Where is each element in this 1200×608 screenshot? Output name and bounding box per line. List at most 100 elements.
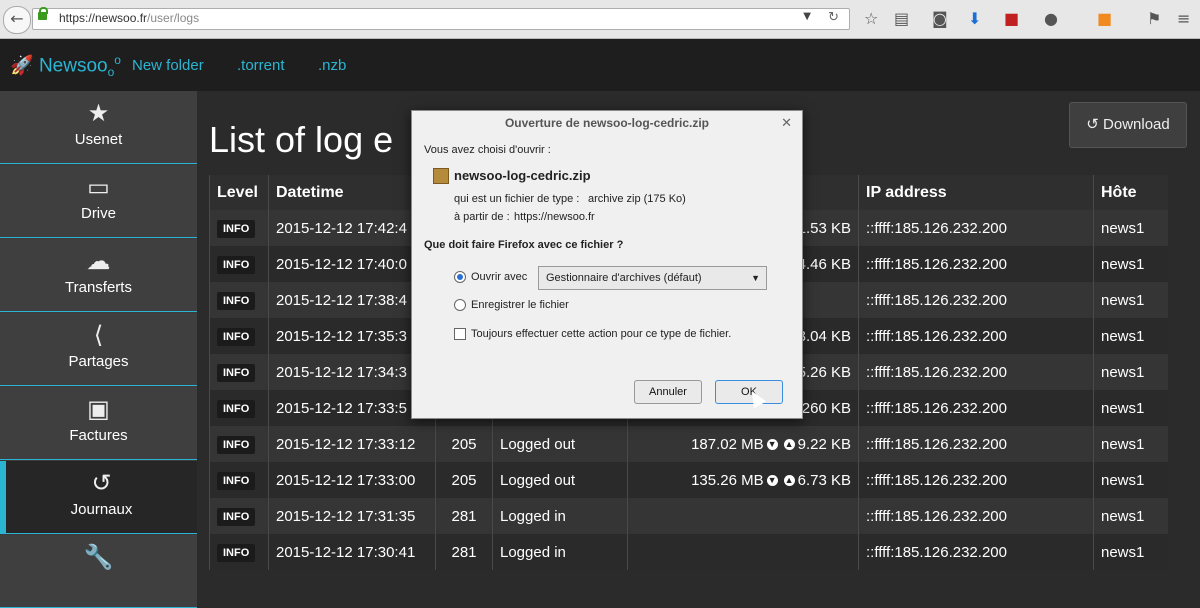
- cloud-download-icon: ☁: [86, 247, 111, 275]
- datetime-cell: 2015-12-12 17:33:00: [268, 462, 436, 498]
- open-file-dialog: Ouverture de newsoo-log-cedric.zip ✕ Vou…: [411, 110, 803, 419]
- back-button[interactable]: ←: [3, 6, 31, 34]
- ip-cell: ::ffff:185.126.232.200: [858, 246, 1094, 282]
- always-label[interactable]: Toujours effectuer cette action pour ce …: [471, 328, 731, 340]
- download-button[interactable]: ↺ Download: [1069, 102, 1187, 148]
- close-icon[interactable]: ✕: [781, 115, 792, 131]
- from-label: à partir de :: [454, 211, 510, 223]
- level-cell: INFO: [209, 534, 269, 570]
- datetime-cell: 2015-12-12 17:30:41: [268, 534, 436, 570]
- star-icon: ★: [87, 99, 110, 127]
- host-cell: news1: [1093, 498, 1168, 534]
- host-cell: news1: [1093, 462, 1168, 498]
- lock-icon: [38, 7, 48, 20]
- sidebar-item-transferts[interactable]: ☁ Transferts: [0, 239, 197, 312]
- host-cell: news1: [1093, 390, 1168, 426]
- ip-cell: ::ffff:185.126.232.200: [858, 462, 1094, 498]
- ip-cell: ::ffff:185.126.232.200: [858, 318, 1094, 354]
- open-with-label[interactable]: Ouvrir avec: [471, 271, 527, 283]
- save-file-label[interactable]: Enregistrer le fichier: [471, 299, 569, 311]
- nav-torrent[interactable]: .torrent: [237, 57, 285, 74]
- host-cell: news1: [1093, 354, 1168, 390]
- level-cell: INFO: [209, 210, 269, 246]
- level-badge: INFO: [217, 219, 256, 238]
- table-row: INFO 2015-12-12 17:33:12 205 Logged out 187.…: [209, 426, 1168, 462]
- transfer-cell: [627, 534, 859, 570]
- download-size: 135.26 MB: [691, 471, 764, 489]
- host-cell: news1: [1093, 246, 1168, 282]
- action-cell: Logged out: [492, 426, 628, 462]
- ip-cell: ::ffff:185.126.232.200: [858, 210, 1094, 246]
- arrow-down-circle-icon: ▼: [766, 475, 778, 487]
- bookmark-star-icon[interactable]: ☆: [864, 8, 878, 30]
- upload-size: 9.22 KB: [797, 435, 851, 453]
- application-select[interactable]: Gestionnaire d'archives (défaut) ▼: [538, 266, 767, 290]
- sidebar: ★ Usenet ▭ Drive ☁ Transferts ⟨ Partages…: [0, 91, 197, 608]
- host-cell: news1: [1093, 318, 1168, 354]
- dialog-title: Ouverture de newsoo-log-cedric.zip: [412, 111, 802, 135]
- level-cell: INFO: [209, 354, 269, 390]
- type-label: qui est un fichier de type :: [454, 193, 580, 205]
- level-badge: INFO: [217, 543, 256, 562]
- save-file-radio[interactable]: [454, 299, 466, 311]
- ip-cell: ::ffff:185.126.232.200: [858, 426, 1094, 462]
- extension-red-icon[interactable]: ■: [1004, 8, 1019, 30]
- level-badge: INFO: [217, 291, 256, 310]
- hard-drive-icon: ▭: [87, 173, 110, 201]
- sidebar-item-partages[interactable]: ⟨ Partages: [0, 313, 197, 386]
- adblock-icon[interactable]: ●: [1044, 8, 1058, 30]
- level-badge: INFO: [217, 399, 256, 418]
- rocket-icon: 🚀: [10, 55, 34, 77]
- arrow-up-circle-icon: ▲: [783, 475, 795, 487]
- sidebar-item-factures[interactable]: ▣ Factures: [0, 387, 197, 460]
- level-cell: INFO: [209, 318, 269, 354]
- host-cell: news1: [1093, 282, 1168, 318]
- wrench-icon: 🔧: [83, 543, 114, 571]
- upload-size: 5.26 KB: [797, 363, 851, 381]
- level-badge: INFO: [217, 507, 256, 526]
- upload-size: 6.73 KB: [797, 471, 851, 489]
- sidebar-item-drive[interactable]: ▭ Drive: [0, 165, 197, 238]
- flag-icon[interactable]: ⚑: [1147, 8, 1161, 30]
- action-cell: Logged out: [492, 462, 628, 498]
- open-with-radio[interactable]: [454, 271, 466, 283]
- sidebar-item-settings[interactable]: 🔧: [0, 535, 197, 608]
- action-cell: Logged in: [492, 534, 628, 570]
- history-icon: ↺: [91, 469, 112, 497]
- level-badge: INFO: [217, 255, 256, 274]
- menu-icon[interactable]: ≡: [1177, 8, 1190, 30]
- page-title: List of log e: [209, 119, 394, 160]
- history-icon: ↺: [1086, 116, 1099, 133]
- url-bar[interactable]: https://newsoo.fr/user/logs ▼ ↻: [32, 7, 850, 30]
- site-navbar: 🚀 Newsoooo New folder .torrent .nzb: [0, 39, 1200, 91]
- url-text: https://newsoo.fr/user/logs: [59, 11, 200, 25]
- level-badge: INFO: [217, 471, 256, 490]
- dropdown-arrow-icon[interactable]: ▼: [803, 11, 811, 22]
- banknote-icon: ▣: [87, 395, 110, 423]
- download-size: 187.02 MB: [691, 435, 764, 453]
- transfer-cell: 135.26 MB ▼ ▲ 6.73 KB: [627, 462, 859, 498]
- transfer-cell: 187.02 MB ▼ ▲ 9.22 KB: [627, 426, 859, 462]
- download-arrow-icon[interactable]: ⬇: [968, 8, 981, 30]
- sidebar-item-usenet[interactable]: ★ Usenet: [0, 91, 197, 164]
- table-row: INFO 2015-12-12 17:30:41 281 Logged in::fff…: [209, 534, 1168, 570]
- level-cell: INFO: [209, 282, 269, 318]
- sidebar-item-journaux[interactable]: ↺ Journaux: [0, 461, 197, 534]
- upload-size: 260 KB: [801, 399, 851, 417]
- pocket-icon[interactable]: ◙: [932, 8, 948, 30]
- extension-orange-icon[interactable]: ■: [1097, 8, 1112, 30]
- chevron-down-icon: ▼: [751, 273, 760, 283]
- from-value: https://newsoo.fr: [514, 211, 595, 223]
- nav-new-folder[interactable]: New folder: [132, 57, 204, 74]
- always-checkbox[interactable]: [454, 328, 466, 340]
- nav-nzb[interactable]: .nzb: [318, 57, 346, 74]
- reload-icon[interactable]: ↻: [828, 10, 839, 25]
- action-cell: Logged in: [492, 498, 628, 534]
- brand-logo[interactable]: 🚀 Newsoooo: [10, 53, 121, 79]
- cancel-button[interactable]: Annuler: [634, 380, 702, 404]
- level-cell: INFO: [209, 246, 269, 282]
- browser-toolbar: ← https://newsoo.fr/user/logs ▼ ↻ ☆ ▤ ◙ …: [0, 0, 1200, 39]
- share-icon: ⟨: [93, 321, 104, 349]
- ip-cell: ::ffff:185.126.232.200: [858, 390, 1094, 426]
- reading-list-icon[interactable]: ▤: [894, 8, 909, 30]
